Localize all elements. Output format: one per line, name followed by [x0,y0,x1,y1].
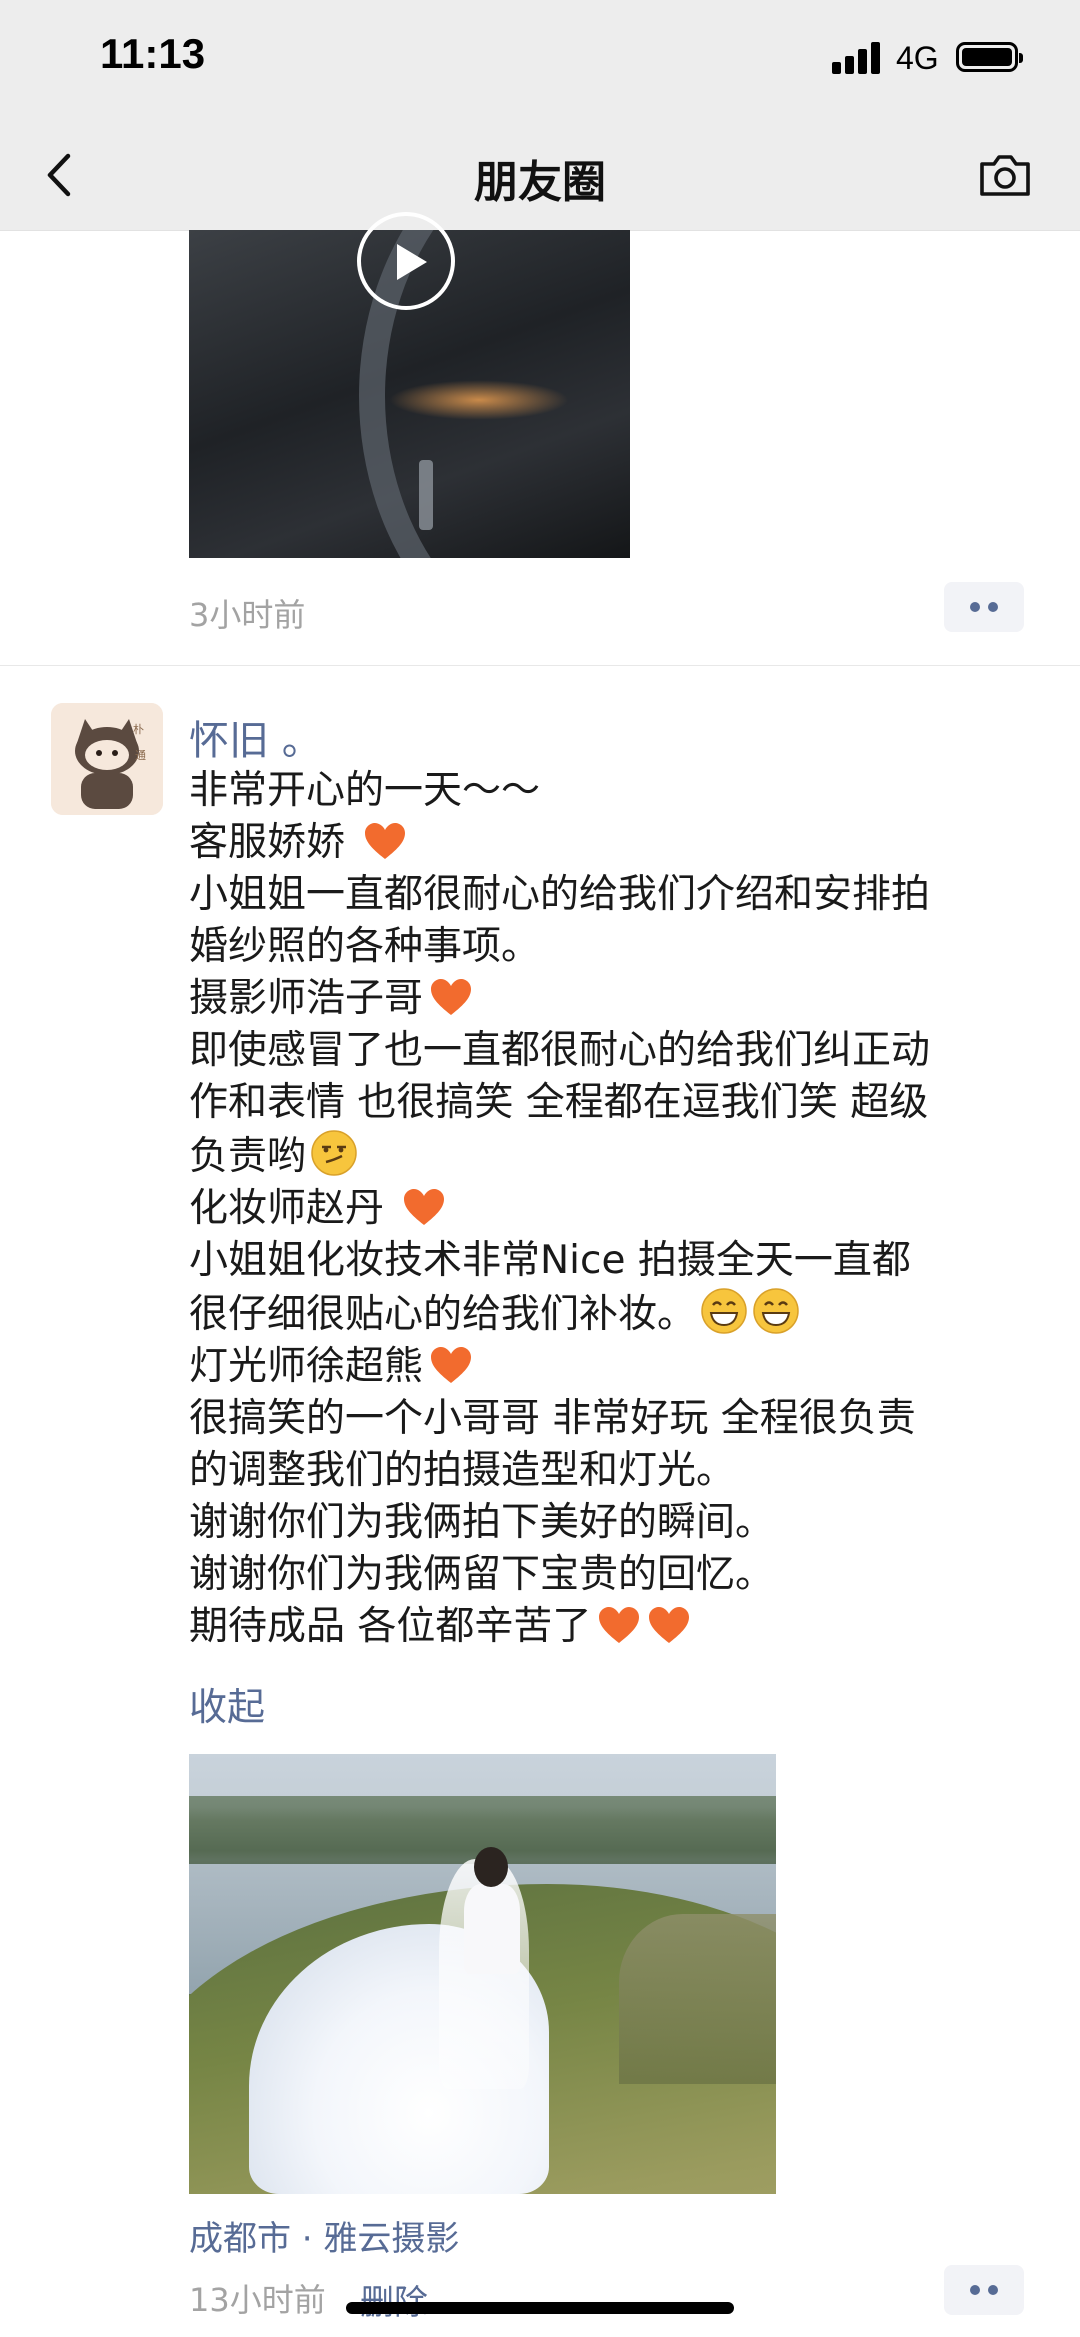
play-button[interactable] [357,212,455,310]
post-divider [0,665,1080,666]
post-text-line: 作和表情 也很搞笑 全程都在逗我们笑 超级 [189,1077,1039,1129]
moments-page: 11:13 4G 朋友圈 3小时前 朴 通 怀旧 。 非常开心的一天～～ 客服娇… [0,0,1080,2337]
post-text-line: 婚纱照的各种事项。 [189,921,1039,973]
post-text-line: 非常开心的一天～～ [189,765,1039,817]
page-title: 朋友圈 [474,157,606,208]
heart-emoji-icon [599,1607,640,1643]
post-text-line: 很仔细很贴心的给我们补妆。 [189,1287,1039,1341]
svg-text:通: 通 [135,749,146,762]
post-location[interactable]: 成都市 · 雅云摄影 [189,2211,459,2260]
post-text-line: 的调整我们的拍摄造型和灯光。 [189,1445,1039,1497]
post-text-segment: 作和表情 也很搞笑 全程都在逗我们笑 超级 [189,1080,929,1125]
smirk-emoji-icon [311,1130,357,1176]
post-text-segment: 灯光师徐超熊 [189,1344,424,1389]
nav-bar: 朋友圈 [0,120,1080,231]
grin-emoji-icon [753,1288,799,1334]
grin-emoji-icon [701,1288,747,1334]
post-text-line: 摄影师浩子哥 [189,973,1039,1025]
post-text-line: 负责哟 [189,1129,1039,1183]
status-time: 11:13 [100,30,206,77]
more-dots-icon [970,602,980,612]
post-text-segment: 化妆师赵丹 [189,1186,397,1231]
more-actions-button[interactable] [944,582,1024,632]
post-text-segment: 很仔细很贴心的给我们补妆。 [189,1292,697,1337]
post-time: 13小时前 [189,2281,326,2319]
more-actions-button[interactable] [944,2265,1024,2315]
signal-icon [832,42,882,74]
status-bar: 11:13 4G [0,0,1080,120]
post-text-segment: 摄影师浩子哥 [189,976,424,1021]
post-text-segment: 的调整我们的拍摄造型和灯光。 [189,1448,736,1493]
collapse-button[interactable]: 收起 [189,1676,265,1731]
post-photo[interactable] [189,1754,776,2194]
svg-text:朴: 朴 [133,722,144,736]
post-text-segment: 很搞笑的一个小哥哥 非常好玩 全程很负责 [189,1396,916,1441]
post-text-segment: 非常开心的一天～～ [189,768,541,813]
camera-button[interactable] [972,142,1038,208]
post-text-line: 期待成品 各位都辛苦了 [189,1601,1039,1653]
post-username[interactable]: 怀旧 。 [189,708,322,766]
heart-emoji-icon [649,1607,690,1643]
more-dots-icon [970,2285,980,2295]
post-text: 非常开心的一天～～ 客服娇娇 小姐姐一直都很耐心的给我们介绍和安排拍 婚纱照的各种事… [189,765,1039,1653]
post-text-segment: 谢谢你们为我俩拍下美好的瞬间。 [189,1500,775,1545]
post-text-segment: 期待成品 各位都辛苦了 [189,1604,592,1649]
post-text-segment: 婚纱照的各种事项。 [189,924,541,969]
post-text-line: 客服娇娇 [189,817,1039,869]
post-time: 3小时前 [189,596,306,634]
post-text-segment: 小姐姐一直都很耐心的给我们介绍和安排拍 [189,872,931,917]
post-text-line: 小姐姐化妆技术非常Nice 拍摄全天一直都 [189,1235,1039,1287]
heart-emoji-icon [431,979,472,1015]
post-text-line: 很搞笑的一个小哥哥 非常好玩 全程很负责 [189,1393,1039,1445]
post-text-segment: 客服娇娇 [189,820,358,865]
delete-button[interactable]: 删除 [360,2275,428,2324]
post-text-line: 谢谢你们为我俩留下宝贵的回忆。 [189,1549,1039,1601]
heart-emoji-icon [404,1189,445,1225]
post-text-line: 小姐姐一直都很耐心的给我们介绍和安排拍 [189,869,1039,921]
post-text-line: 谢谢你们为我俩拍下美好的瞬间。 [189,1497,1039,1549]
play-icon [397,244,427,280]
post-text-line: 即使感冒了也一直都很耐心的给我们纠正动 [189,1025,1039,1077]
network-label: 4G [896,40,939,76]
home-indicator [346,2302,734,2314]
post-text-segment: 负责哟 [189,1134,307,1179]
heart-emoji-icon [365,823,406,859]
camera-icon [980,155,1030,196]
heart-emoji-icon [431,1347,472,1383]
post-text-line: 灯光师徐超熊 [189,1341,1039,1393]
post-text-segment: 即使感冒了也一直都很耐心的给我们纠正动 [189,1028,931,1073]
avatar-cat-icon: 朴 通 [51,703,163,815]
post-text-segment: 小姐姐化妆技术非常Nice 拍摄全天一直都 [189,1238,911,1283]
avatar[interactable]: 朴 通 [51,703,163,815]
battery-icon [956,42,1023,72]
post-text-segment: 谢谢你们为我俩留下宝贵的回忆。 [189,1552,775,1597]
post-text-line: 化妆师赵丹 [189,1183,1039,1235]
